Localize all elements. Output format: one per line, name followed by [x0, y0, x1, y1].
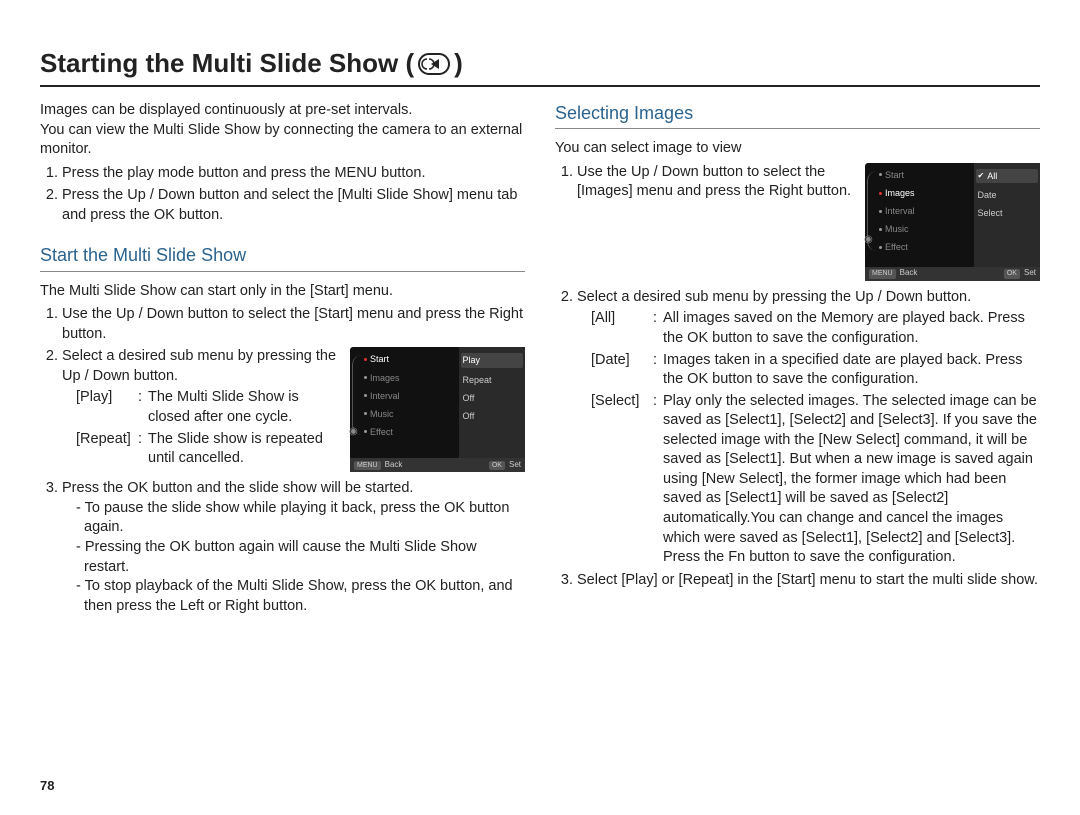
multi-slideshow-icon	[418, 53, 450, 75]
camera-ui-screenshot-images: ◉ Start Images Interval Music Effect ✔Al…	[865, 163, 1040, 281]
def-play: [Play] : The Multi Slide Show is closed …	[62, 388, 340, 427]
footer2-ok-btn: OK	[1004, 269, 1020, 278]
page-number: 78	[40, 778, 54, 793]
def-repeat: [Repeat] : The Slide show is repeated un…	[62, 430, 340, 469]
selecting-steps: ◉ Start Images Interval Music Effect ✔Al…	[559, 163, 1040, 590]
footer-ok-btn: OK	[489, 461, 505, 470]
submenu-play: Play	[461, 353, 524, 367]
menu2-item-images: Images	[879, 187, 970, 199]
title-text-suffix: )	[454, 48, 463, 79]
menu2-item-effect: Effect	[879, 241, 970, 253]
footer-set-label: Set	[509, 460, 521, 471]
intro-paragraph-1: Images can be displayed continuously at …	[40, 101, 525, 121]
dash-1: - To pause the slide show while playing …	[70, 499, 525, 538]
dash-3: - To stop playback of the Multi Slide Sh…	[70, 577, 525, 616]
menu2-item-interval: Interval	[879, 205, 970, 217]
submenu2-all: ✔All	[976, 169, 1039, 183]
menu-item-interval: Interval	[364, 390, 455, 402]
section-title-selecting: Selecting Images	[555, 101, 1040, 129]
intro-step-1: Press the play mode button and press the…	[62, 164, 525, 184]
slideshow-small-icon: ◉	[349, 425, 358, 439]
left-column: Images can be displayed continuously at …	[40, 101, 525, 624]
start-step-2: ◉ Start Images Interval Music Effect Pla…	[62, 347, 525, 476]
menu-item-music: Music	[364, 408, 455, 420]
title-text-prefix: Starting the Multi Slide Show (	[40, 48, 414, 79]
menu-item-start: Start	[364, 353, 455, 365]
start-step-3: Press the OK button and the slide show w…	[62, 479, 525, 616]
selecting-step-1: ◉ Start Images Interval Music Effect ✔Al…	[577, 163, 1040, 285]
selecting-lead: You can select image to view	[555, 139, 1040, 159]
dash-2: - Pressing the OK button again will caus…	[70, 538, 525, 577]
submenu2-select: Select	[978, 207, 1037, 219]
section-title-start: Start the Multi Slide Show	[40, 243, 525, 271]
footer-menu-btn: MENU	[354, 461, 381, 470]
camera-ui-footer-2: MENU Back OK Set	[865, 267, 1040, 281]
footer2-menu-btn: MENU	[869, 269, 896, 278]
menu-item-effect: Effect	[364, 426, 455, 438]
camera-ui-screenshot-start: ◉ Start Images Interval Music Effect Pla…	[350, 347, 525, 472]
menu2-item-start: Start	[879, 169, 970, 181]
right-column: Selecting Images You can select image to…	[555, 101, 1040, 624]
submenu-off2: Off	[463, 410, 522, 422]
footer2-set-label: Set	[1024, 268, 1036, 279]
slideshow-small-icon-2: ◉	[864, 233, 873, 247]
submenu2-date: Date	[978, 189, 1037, 201]
selecting-step-2: Select a desired sub menu by pressing th…	[577, 288, 1040, 568]
start-step-2-text: Select a desired sub menu by pressing th…	[62, 348, 336, 384]
intro-step-2: Press the Up / Down button and select th…	[62, 186, 525, 225]
def-all: [All] : All images saved on the Memory a…	[577, 309, 1040, 348]
start-step-1: Use the Up / Down button to select the […	[62, 305, 525, 344]
submenu-off1: Off	[463, 392, 522, 404]
menu2-item-music: Music	[879, 223, 970, 235]
page-title: Starting the Multi Slide Show ( )	[40, 48, 1040, 87]
def-select: [Select] : Play only the selected images…	[577, 392, 1040, 568]
intro-paragraph-2: You can view the Multi Slide Show by con…	[40, 121, 525, 160]
menu-item-images: Images	[364, 372, 455, 384]
def-date: [Date] : Images taken in a specified dat…	[577, 351, 1040, 390]
start-steps: Use the Up / Down button to select the […	[44, 305, 525, 616]
submenu-repeat: Repeat	[463, 374, 522, 386]
footer2-back-label: Back	[900, 268, 918, 279]
start-lead: The Multi Slide Show can start only in t…	[40, 282, 525, 302]
camera-ui-footer: MENU Back OK Set	[350, 458, 525, 472]
selecting-step-3: Select [Play] or [Repeat] in the [Start]…	[577, 571, 1040, 591]
intro-steps: Press the play mode button and press the…	[44, 164, 525, 226]
footer-back-label: Back	[385, 460, 403, 471]
